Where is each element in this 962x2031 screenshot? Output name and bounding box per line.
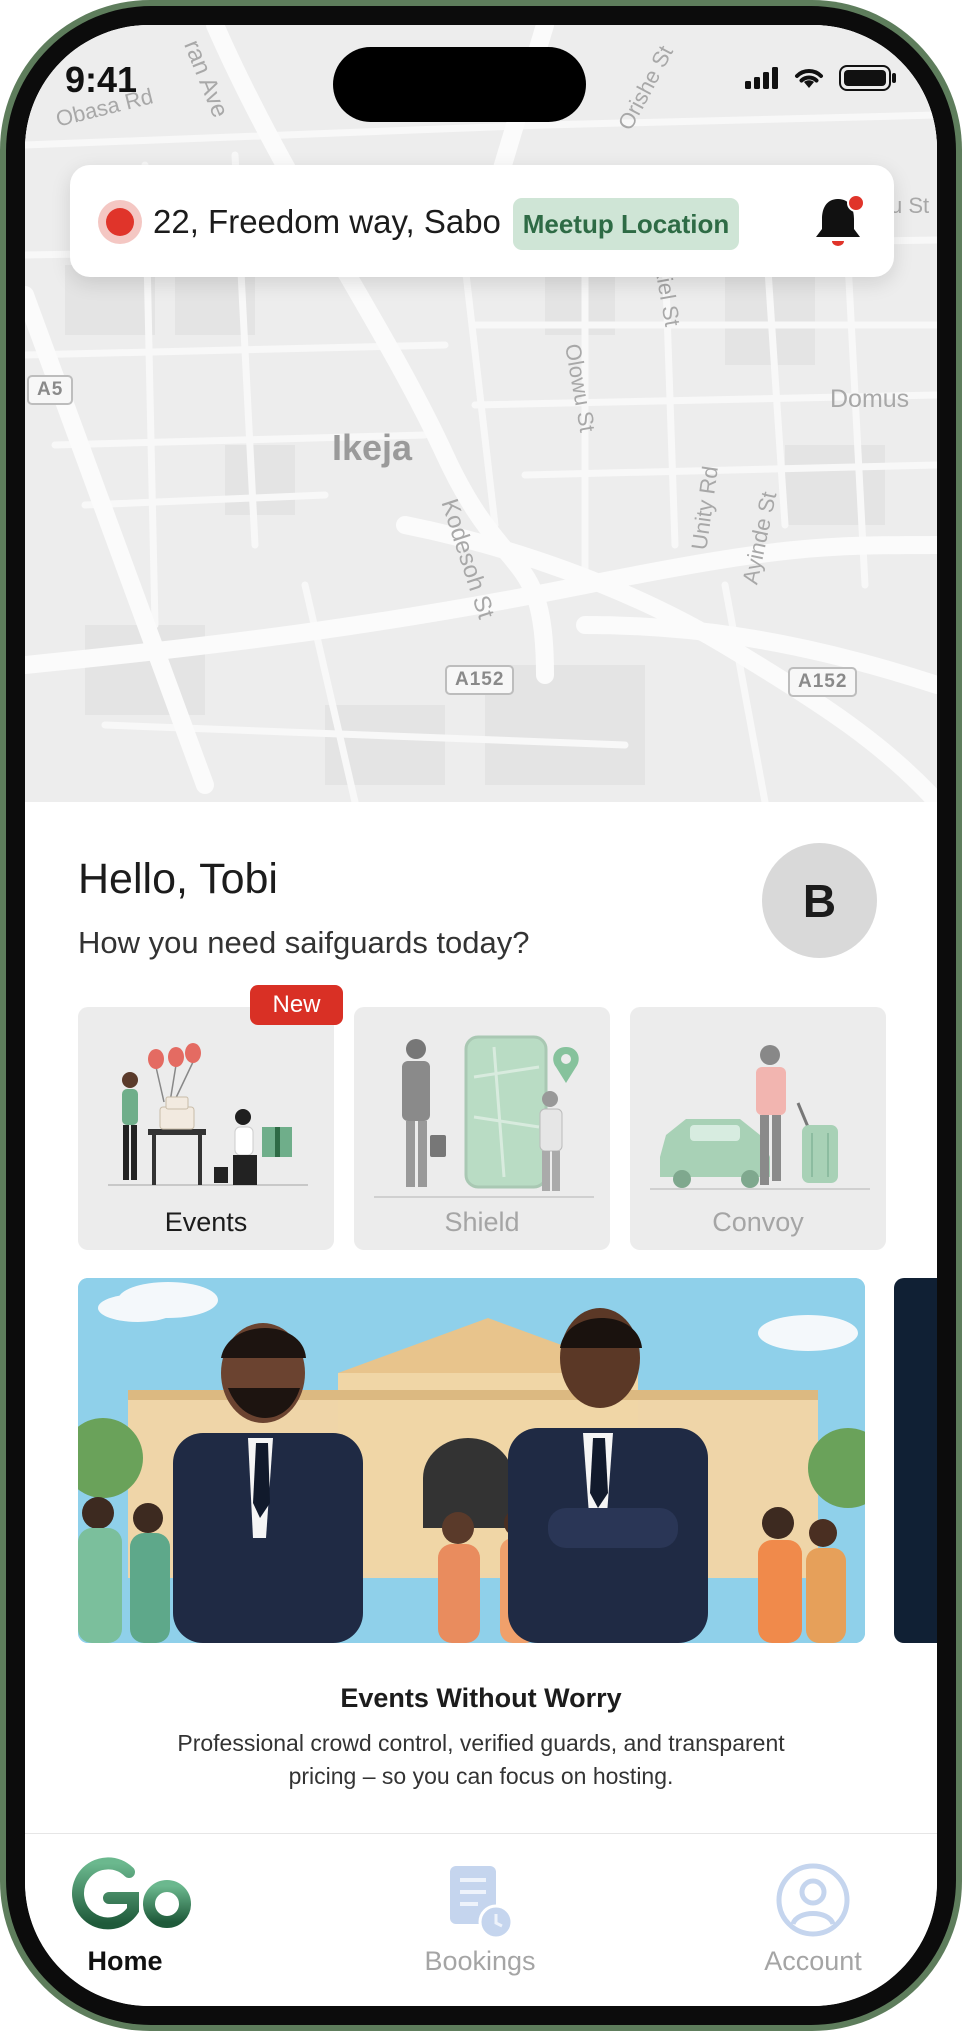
street-label: Domus <box>830 385 910 413</box>
status-icons <box>745 65 897 91</box>
app-screen: Obasa Rd ran Ave Orishe St Ezekiel St Ol… <box>25 25 937 2006</box>
promo-banner[interactable] <box>78 1278 865 1643</box>
dynamic-island <box>333 47 586 122</box>
service-label-events: Events <box>164 1207 248 1237</box>
banner-illustration <box>78 1278 865 1643</box>
events-illustration <box>108 1043 308 1186</box>
service-card-shield[interactable]: Shield <box>354 1007 610 1250</box>
banner-title: Events Without Worry <box>340 1683 622 1713</box>
battery-icon <box>839 65 896 91</box>
go-logo-icon <box>72 1857 191 1930</box>
next-banner-peek[interactable] <box>894 1278 937 1643</box>
status-time: 9:41 <box>65 59 138 100</box>
account-icon <box>776 1863 850 1937</box>
bottom-nav: Home Bookings Account <box>25 1833 937 2006</box>
nav-account-label: Account <box>764 1946 862 1976</box>
signal-icon <box>745 67 778 89</box>
greeting-subtitle: How you need saifguards today? <box>78 925 530 960</box>
nav-home[interactable]: Home <box>25 1834 225 2006</box>
wifi-icon <box>795 69 823 88</box>
map-view[interactable]: Obasa Rd ran Ave Orishe St Ezekiel St Ol… <box>25 25 937 802</box>
nav-home-label: Home <box>87 1946 163 1976</box>
convoy-illustration <box>650 1045 870 1190</box>
location-pin-icon <box>98 200 142 244</box>
avatar[interactable]: B <box>762 843 877 958</box>
nav-account[interactable]: Account <box>713 1834 913 2006</box>
road-shield: A152 <box>788 667 858 697</box>
road-shield: A152 <box>445 665 515 695</box>
street-label: u St <box>890 193 930 218</box>
banner-description: Professional crowd control, verified gua… <box>177 1730 785 1789</box>
meetup-location-badge[interactable]: Meetup Location <box>513 198 739 250</box>
bell-icon[interactable] <box>810 191 870 251</box>
greeting-heading: Hello, Tobi <box>78 855 278 903</box>
road-shield: A5 <box>27 375 74 405</box>
map-area-label: Ikeja <box>332 427 413 468</box>
nav-bookings-label: Bookings <box>424 1946 536 1976</box>
new-badge: New <box>250 985 343 1025</box>
service-label-convoy: Convoy <box>712 1207 804 1237</box>
bookings-icon <box>450 1866 514 1940</box>
service-label-shield: Shield <box>444 1207 520 1237</box>
nav-bookings[interactable]: Bookings <box>380 1834 580 2006</box>
location-card[interactable]: 22, Freedom way, Sabo Meetup Location <box>70 165 894 277</box>
shield-illustration <box>374 1035 594 1198</box>
service-card-events[interactable]: Events <box>78 1007 334 1250</box>
location-address: 22, Freedom way, Sabo <box>153 203 501 240</box>
service-card-convoy[interactable]: Convoy <box>630 1007 886 1250</box>
